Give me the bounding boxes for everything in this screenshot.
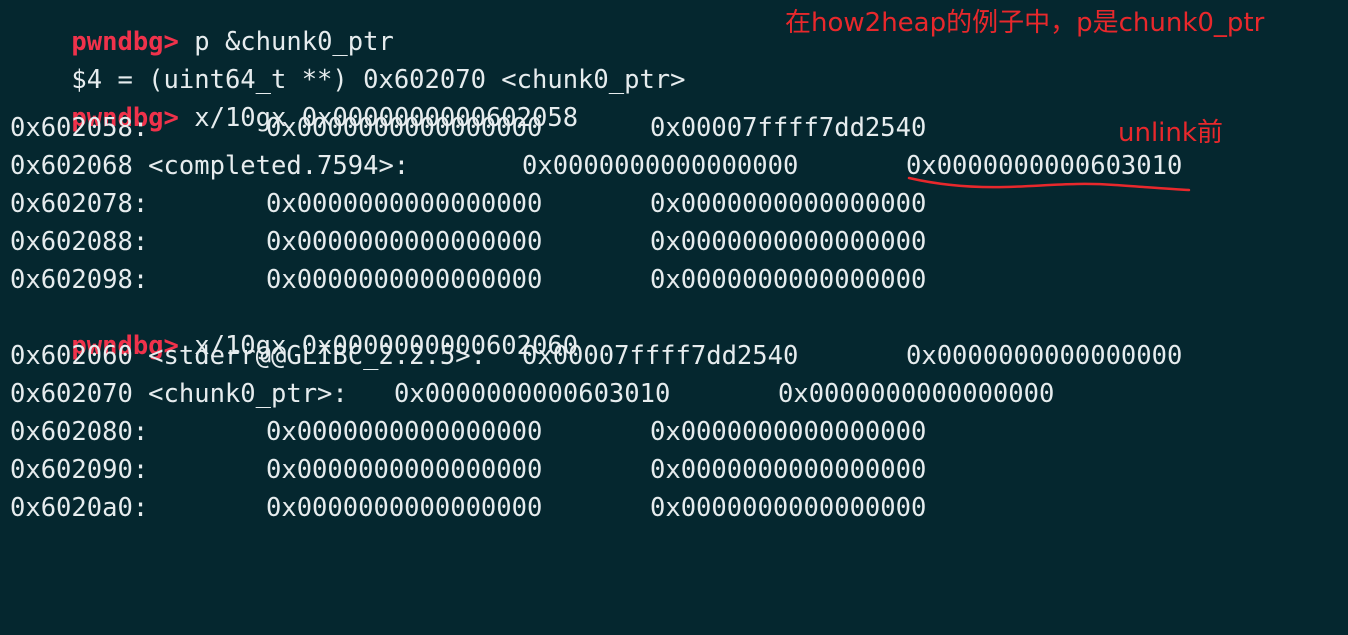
memory-address: 0x602070 <chunk0_ptr>:	[10, 379, 348, 409]
memory-row: 0x602070 <chunk0_ptr>: 0x000000000060301…	[10, 380, 1340, 418]
memory-address: 0x6020a0:	[10, 493, 149, 523]
memory-address: 0x602088:	[10, 227, 149, 257]
memory-value: 0x0000000000000000	[650, 417, 927, 447]
memory-value: 0x0000000000603010	[394, 379, 671, 409]
memory-value: 0x0000000000000000	[650, 455, 927, 485]
memory-value: 0x0000000000000000	[650, 227, 927, 257]
memory-address: 0x602090:	[10, 455, 149, 485]
memory-row: 0x602088: 0x0000000000000000 0x000000000…	[10, 228, 1340, 266]
memory-value: 0x00007ffff7dd2540	[650, 113, 927, 143]
memory-value: 0x0000000000000000	[906, 341, 1183, 371]
memory-row: 0x6020a0: 0x0000000000000000 0x000000000…	[10, 494, 1340, 532]
memory-value: 0x0000000000000000	[650, 265, 927, 295]
memory-address: 0x602060 <stderr@@GLIBC_2.2.5>:	[10, 341, 486, 371]
memory-value: 0x0000000000000000	[650, 189, 927, 219]
output-line: $4 = (uint64_t **) 0x602070 <chunk0_ptr>	[10, 38, 685, 94]
memory-value: 0x0000000000000000	[266, 265, 543, 295]
memory-address: 0x602080:	[10, 417, 149, 447]
memory-value: 0x0000000000000000	[522, 151, 799, 181]
memory-value: 0x0000000000000000	[266, 417, 543, 447]
memory-row: 0x602078: 0x0000000000000000 0x000000000…	[10, 190, 1340, 228]
memory-value: 0x0000000000000000	[266, 227, 543, 257]
memory-value: 0x0000000000000000	[266, 189, 543, 219]
memory-address: 0x602058:	[10, 113, 149, 143]
annotation-note: 在how2heap的例子中，p是chunk0_ptr	[785, 8, 1265, 38]
terminal-output[interactable]: pwndbg> p &chunk0_ptr $4 = (uint64_t **)…	[10, 0, 1340, 530]
memory-value: 0x00007ffff7dd2540	[522, 341, 799, 371]
annotation-note: unlink前	[1118, 118, 1223, 148]
memory-value: 0x0000000000000000	[266, 493, 543, 523]
memory-value: 0x0000000000000000	[266, 113, 543, 143]
memory-value: 0x0000000000000000	[266, 455, 543, 485]
memory-row: 0x602098: 0x0000000000000000 0x000000000…	[10, 266, 1340, 304]
memory-row: 0x602090: 0x0000000000000000 0x000000000…	[10, 456, 1340, 494]
memory-row: 0x602060 <stderr@@GLIBC_2.2.5>: 0x00007f…	[10, 342, 1340, 380]
memory-row: 0x602080: 0x0000000000000000 0x000000000…	[10, 418, 1340, 456]
command-line: pwndbg> p &chunk0_ptr	[10, 0, 393, 56]
memory-address: 0x602068 <completed.7594>:	[10, 151, 410, 181]
memory-value: 0x0000000000000000	[650, 493, 927, 523]
command-line: pwndbg> x/10gx 0x0000000000602060	[10, 304, 578, 360]
memory-value: 0x0000000000000000	[778, 379, 1055, 409]
command-line: pwndbg> x/10gx 0x0000000000602058	[10, 76, 578, 132]
memory-address: 0x602098:	[10, 265, 149, 295]
red-underline-mark	[907, 176, 1191, 192]
memory-address: 0x602078:	[10, 189, 149, 219]
